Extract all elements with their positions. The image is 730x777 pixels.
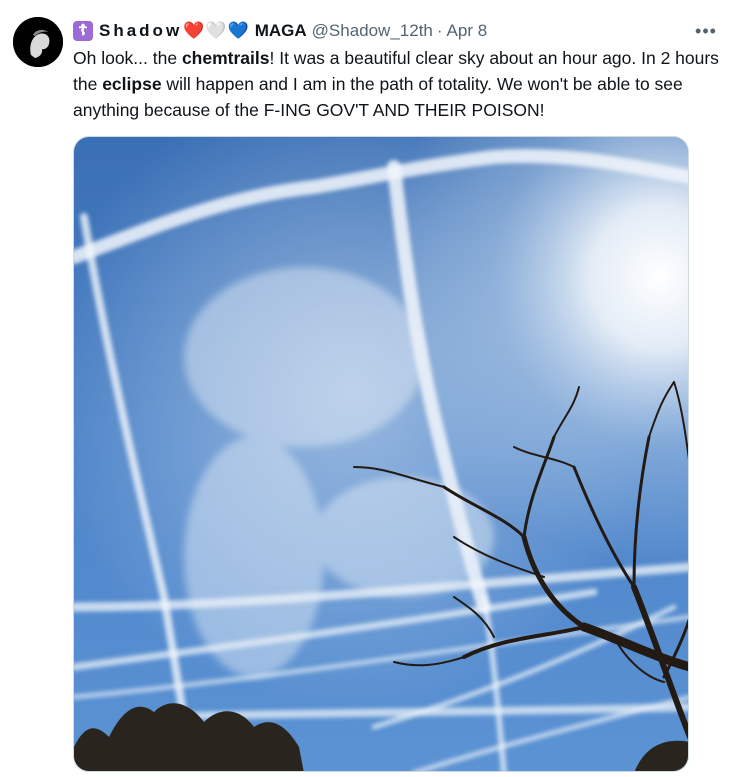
text-part-bold[interactable]: chemtrails <box>182 48 270 68</box>
tweet-header: ☦ Shadow ❤️ 🤍 💙 MAGA @Shadow_12th · Apr … <box>73 19 720 43</box>
user-handle[interactable]: @Shadow_12th <box>312 19 433 43</box>
tweet-photo[interactable] <box>73 136 689 772</box>
post-date[interactable]: Apr 8 <box>447 19 488 43</box>
text-part: will happen and I am in the path of tota… <box>73 74 683 120</box>
separator-dot: · <box>436 21 443 40</box>
red-heart-icon: ❤️ <box>183 21 205 40</box>
display-name[interactable]: Shadow <box>99 19 182 43</box>
sky-photo <box>74 137 688 771</box>
blue-heart-icon: 💙 <box>227 21 249 40</box>
more-options-button[interactable]: ••• <box>694 19 718 43</box>
tweet: ☦ Shadow ❤️ 🤍 💙 MAGA @Shadow_12th · Apr … <box>0 0 730 777</box>
tweet-text: Oh look... the chemtrails! It was a beau… <box>73 45 723 123</box>
display-name-suffix[interactable]: MAGA <box>255 19 307 43</box>
text-part: Oh look... the <box>73 48 182 68</box>
text-part-bold[interactable]: eclipse <box>102 74 161 94</box>
avatar[interactable] <box>13 17 63 67</box>
avatar-image <box>13 17 63 67</box>
more-icon: ••• <box>695 20 717 41</box>
cross-badge-icon: ☦ <box>73 21 93 41</box>
white-heart-icon: 🤍 <box>205 21 227 40</box>
